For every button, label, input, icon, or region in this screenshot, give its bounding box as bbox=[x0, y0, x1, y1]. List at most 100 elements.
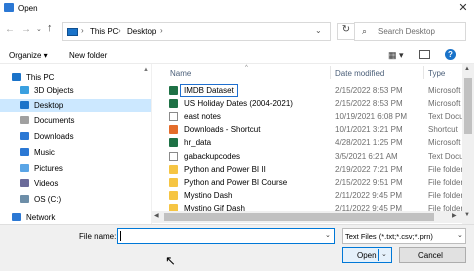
scroll-left-icon[interactable]: ◀ bbox=[154, 212, 159, 219]
file-row[interactable]: Downloads - Shortcut 10/1/2021 3:21 PM Sho… bbox=[160, 123, 462, 136]
sidebar-item-music[interactable]: Music bbox=[0, 146, 151, 159]
navigation-pane: This PC 3D Objects Desktop Documents Downloa… bbox=[0, 64, 152, 224]
open-button-label[interactable]: Open bbox=[357, 251, 377, 260]
command-bar: Organize ▾ New folder ▦ ▾ ? bbox=[0, 47, 474, 64]
column-date-modified[interactable]: Date modified bbox=[335, 69, 384, 78]
open-dropdown-icon[interactable]: ⌄ bbox=[381, 250, 387, 258]
column-name[interactable]: Name bbox=[170, 69, 191, 78]
scroll-up-icon[interactable]: ▲ bbox=[464, 66, 470, 72]
file-date: 3/5/2021 6:21 AM bbox=[335, 151, 398, 161]
file-type: Shortcut bbox=[428, 125, 458, 135]
sidebar-item-this-pc[interactable]: This PC bbox=[0, 71, 151, 84]
sidebar-item-label: Documents bbox=[34, 116, 75, 125]
close-button[interactable]: ✕ bbox=[456, 2, 470, 15]
file-row[interactable]: east notes 10/19/2021 6:08 PM Text Docum bbox=[160, 110, 462, 123]
file-type-value[interactable]: Text Files (*.txt;*.csv;*.prn) bbox=[345, 232, 433, 241]
folder-icon bbox=[169, 164, 178, 174]
file-type-dropdown-icon[interactable]: ⌄ bbox=[457, 231, 463, 239]
breadcrumb-separator[interactable]: › bbox=[118, 26, 121, 35]
file-date: 2/15/2022 8:53 PM bbox=[335, 86, 403, 95]
sidebar-item-label: Downloads bbox=[34, 132, 74, 141]
file-row[interactable]: hr_data 4/28/2021 1:25 PM Microsoft E bbox=[160, 136, 462, 149]
breadcrumb-this-pc[interactable]: This PC bbox=[90, 27, 118, 36]
search-input[interactable]: Search Desktop bbox=[378, 27, 435, 36]
recent-locations-chevron-icon[interactable]: ⌄ bbox=[36, 25, 42, 33]
refresh-icon[interactable]: ↻ bbox=[337, 23, 355, 40]
sidebar-item-documents[interactable]: Documents bbox=[0, 114, 151, 127]
sort-caret-icon: ^ bbox=[245, 65, 248, 71]
breadcrumb-separator[interactable]: › bbox=[81, 26, 84, 35]
file-row[interactable]: Mystino Dash 2/11/2022 9:45 PM File folder bbox=[160, 189, 462, 202]
drive-icon bbox=[20, 195, 29, 203]
file-type: File folder bbox=[428, 177, 462, 187]
shortcut-icon bbox=[169, 125, 178, 135]
pc-icon bbox=[12, 73, 21, 81]
cube-icon bbox=[20, 86, 29, 94]
mouse-cursor-icon: ↖ bbox=[165, 253, 176, 268]
file-date: 2/19/2022 7:21 PM bbox=[335, 164, 403, 174]
file-name-input[interactable] bbox=[117, 228, 335, 244]
open-button-divider bbox=[378, 249, 379, 261]
view-options-icon[interactable]: ▦ ▾ bbox=[388, 50, 404, 61]
file-name-dropdown-icon[interactable]: ⌄ bbox=[325, 231, 331, 239]
desktop-icon bbox=[20, 101, 29, 109]
sidebar-item-desktop[interactable]: Desktop bbox=[0, 99, 151, 112]
file-type: Microsoft E bbox=[428, 138, 462, 148]
address-dropdown-icon[interactable]: ⌄ bbox=[315, 26, 322, 35]
text-file-icon bbox=[169, 151, 178, 161]
music-icon bbox=[20, 148, 29, 156]
back-arrow-icon[interactable]: ← bbox=[5, 24, 15, 35]
file-type: Text Docum bbox=[428, 151, 462, 161]
download-icon bbox=[20, 132, 29, 140]
sidebar-item-label: Pictures bbox=[34, 164, 63, 173]
file-row[interactable]: IMDB Dataset 2/15/2022 8:53 PM Microsoft E bbox=[160, 84, 462, 97]
column-divider[interactable] bbox=[423, 66, 424, 79]
preview-pane-icon[interactable] bbox=[419, 50, 430, 59]
file-date: 4/28/2021 1:25 PM bbox=[335, 138, 403, 148]
text-file-icon bbox=[169, 112, 178, 122]
sidebar-item-pictures[interactable]: Pictures bbox=[0, 162, 151, 175]
organize-button[interactable]: Organize ▾ bbox=[9, 51, 48, 60]
sidebar-item-label: Network bbox=[26, 213, 56, 222]
file-row[interactable]: Python and Power BI Course 2/15/2022 9:51… bbox=[160, 176, 462, 189]
sidebar-item-downloads[interactable]: Downloads bbox=[0, 130, 151, 143]
column-divider[interactable] bbox=[330, 66, 331, 79]
sidebar-item-label: This PC bbox=[26, 73, 55, 82]
sidebar-item-label: Desktop bbox=[34, 101, 64, 110]
file-date: 2/11/2022 9:45 PM bbox=[335, 190, 403, 200]
breadcrumb-desktop[interactable]: Desktop bbox=[127, 27, 156, 36]
excel-file-icon bbox=[169, 86, 178, 95]
file-name: Python and Power BI Course bbox=[184, 177, 288, 187]
window-title: Open bbox=[18, 4, 38, 13]
new-folder-button[interactable]: New folder bbox=[69, 51, 107, 60]
sidebar-item-network[interactable]: Network bbox=[0, 211, 151, 224]
scroll-right-icon[interactable]: ▶ bbox=[452, 212, 457, 219]
sidebar-item-os-c[interactable]: OS (C:) bbox=[0, 193, 151, 206]
vertical-scroll-thumb[interactable] bbox=[464, 78, 472, 134]
column-type[interactable]: Type bbox=[428, 69, 445, 78]
videos-icon bbox=[20, 179, 29, 187]
file-row[interactable]: Python and Power BI II 2/19/2022 7:21 PM F… bbox=[160, 163, 462, 176]
title-bar bbox=[0, 0, 474, 17]
nav-scroll-up-icon[interactable]: ▲ bbox=[143, 67, 149, 73]
pictures-icon bbox=[20, 164, 29, 172]
file-name: US Holiday Dates (2004-2021) bbox=[184, 99, 293, 109]
sidebar-item-videos[interactable]: Videos bbox=[0, 177, 151, 190]
file-row[interactable]: gabackupcodes 3/5/2021 6:21 AM Text Docum bbox=[160, 150, 462, 163]
search-box[interactable]: ⌕ Search Desktop bbox=[354, 22, 466, 41]
sidebar-item-label: Videos bbox=[34, 179, 59, 188]
file-name: Downloads - Shortcut bbox=[184, 125, 261, 135]
horizontal-scroll-thumb[interactable] bbox=[164, 213, 434, 221]
up-arrow-icon[interactable]: ↑ bbox=[47, 22, 53, 34]
sidebar-item-3d-objects[interactable]: 3D Objects bbox=[0, 84, 151, 97]
excel-file-icon bbox=[169, 99, 178, 109]
breadcrumb-separator[interactable]: › bbox=[160, 26, 163, 35]
text-caret bbox=[120, 231, 121, 241]
forward-arrow-icon[interactable]: → bbox=[21, 24, 31, 35]
scroll-down-icon[interactable]: ▼ bbox=[464, 212, 470, 218]
column-header-row: Name Date modified Type bbox=[160, 65, 474, 80]
cancel-button-label[interactable]: Cancel bbox=[418, 251, 443, 260]
file-row[interactable]: US Holiday Dates (2004-2021) 2/15/2022 8:… bbox=[160, 97, 462, 110]
folder-icon bbox=[169, 190, 178, 200]
help-icon[interactable]: ? bbox=[445, 49, 456, 60]
